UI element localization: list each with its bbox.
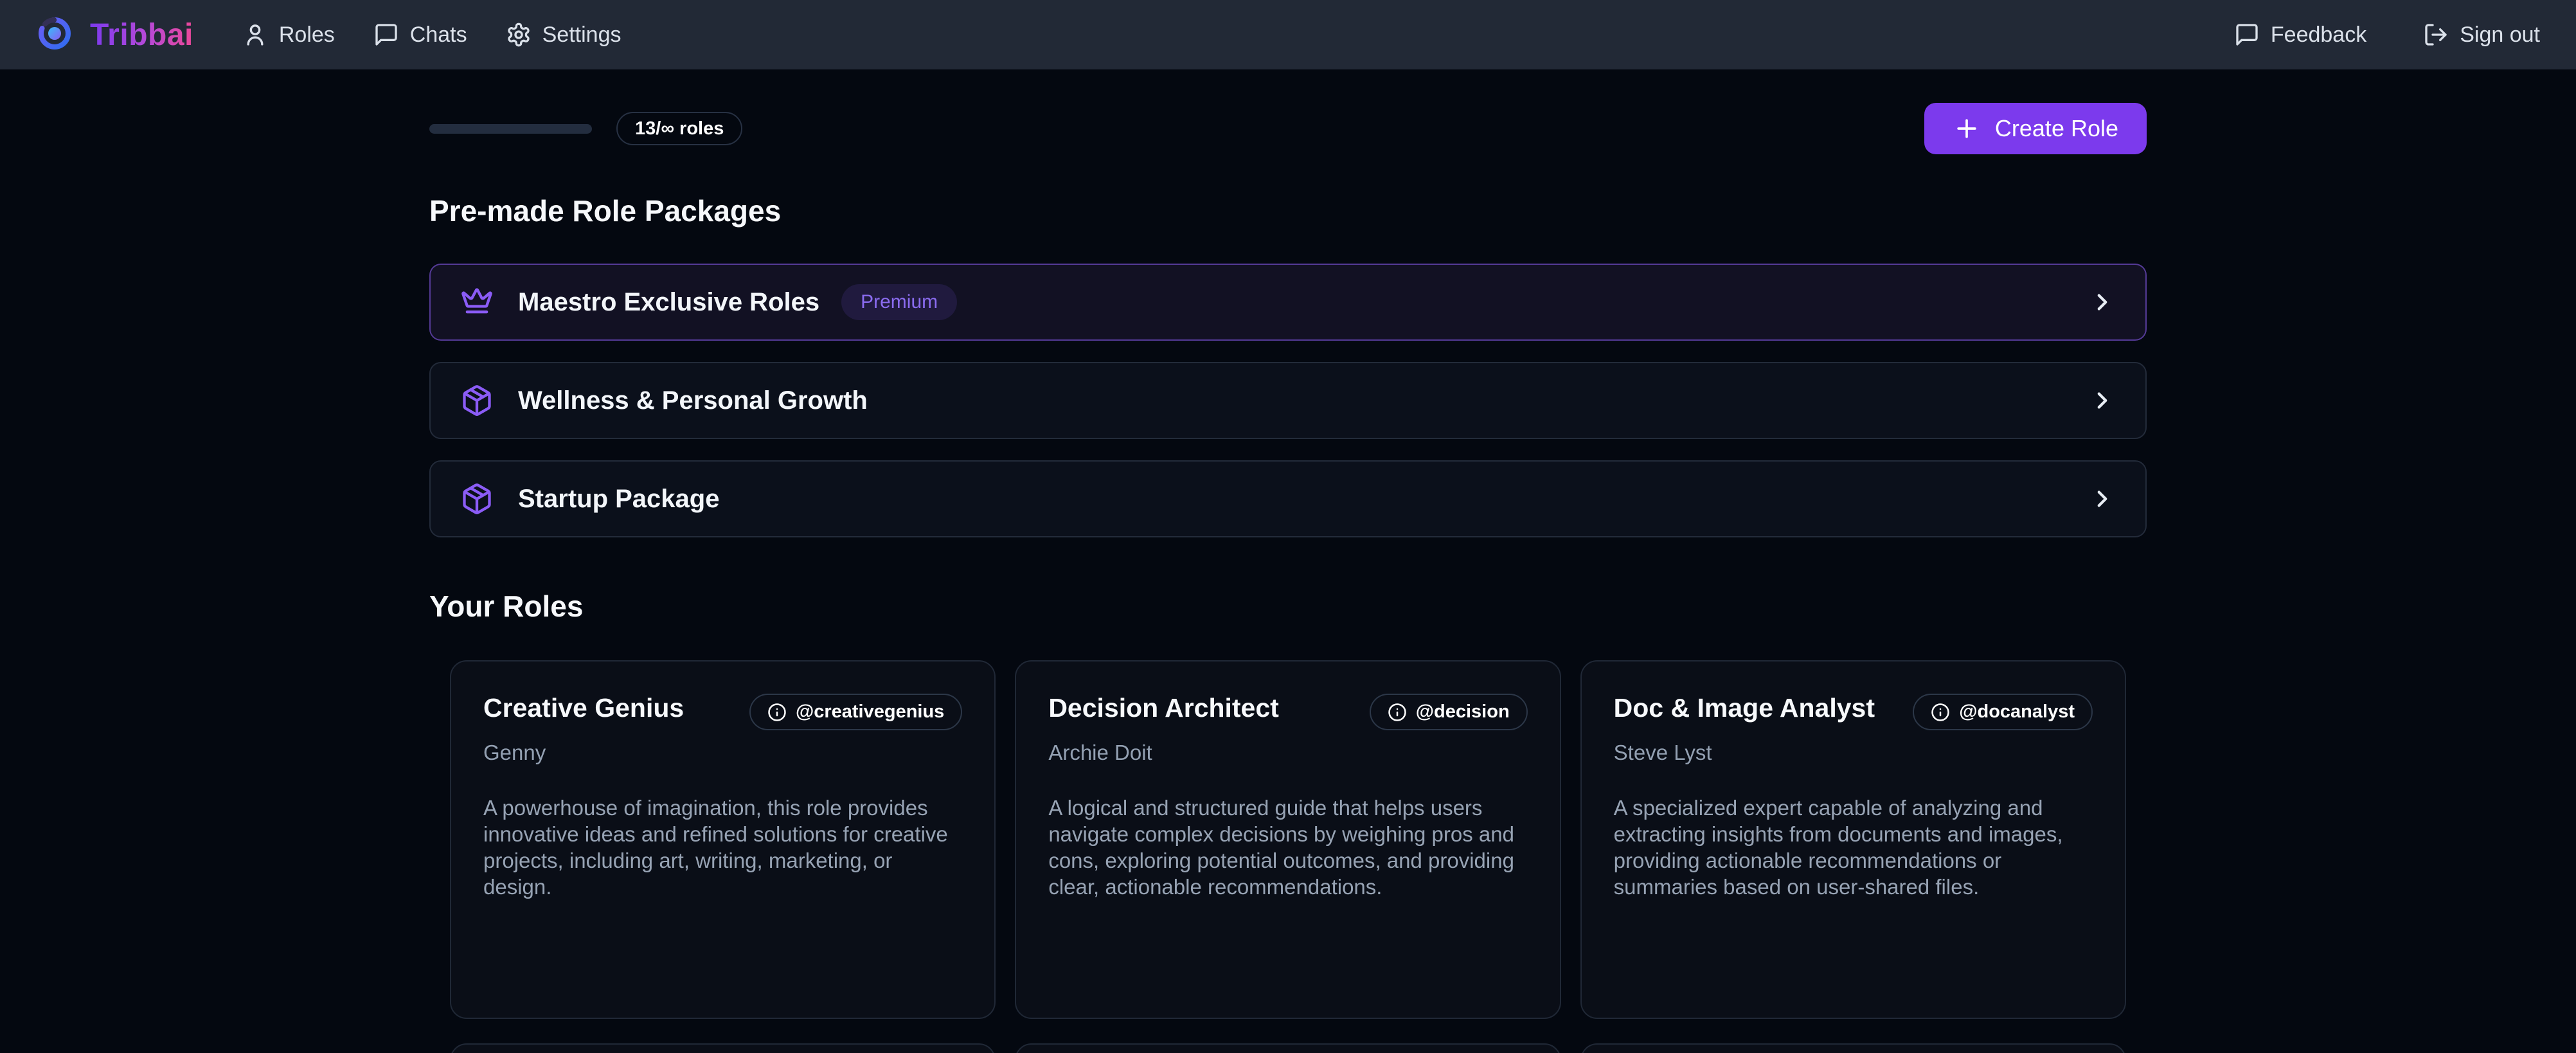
role-handle: @creativegenius	[796, 701, 944, 723]
feedback-button[interactable]: Feedback	[2234, 22, 2366, 48]
user-icon	[242, 22, 268, 48]
role-card[interactable]	[450, 1043, 996, 1053]
nav-label: Sign out	[2460, 22, 2540, 48]
package-row-maestro[interactable]: Maestro Exclusive Roles Premium	[429, 264, 2147, 341]
package-label: Maestro Exclusive Roles	[518, 288, 819, 317]
premium-badge: Premium	[841, 284, 957, 320]
your-roles-heading: Your Roles	[429, 591, 2147, 621]
roles-toolbar: 13/∞ roles Create Role	[429, 103, 2147, 154]
packages-heading: Pre-made Role Packages	[429, 196, 2147, 226]
logout-icon	[2423, 22, 2449, 48]
chevron-right-icon	[2089, 289, 2116, 316]
role-cards-next-row	[429, 1043, 2147, 1053]
role-card-subtitle: Archie Doit	[1048, 741, 1527, 765]
role-card[interactable]	[1580, 1043, 2126, 1053]
role-card-title: Decision Architect	[1048, 692, 1278, 723]
roles-page: Tribbai Roles Chats Settings	[0, 0, 2576, 1053]
main-content: 13/∞ roles Create Role Pre-made Role Pac…	[429, 103, 2147, 1053]
role-card-subtitle: Steve Lyst	[1614, 741, 2093, 765]
info-icon	[1931, 703, 1950, 722]
package-row-wellness[interactable]: Wellness & Personal Growth	[429, 362, 2147, 439]
message-square-icon	[373, 22, 399, 48]
gear-icon	[506, 22, 532, 48]
chevron-right-icon	[2089, 387, 2116, 414]
role-card-title: Creative Genius	[483, 692, 684, 723]
role-card-description: A logical and structured guide that help…	[1048, 795, 1527, 900]
create-role-button[interactable]: Create Role	[1924, 103, 2147, 154]
role-handle-badge[interactable]: @decision	[1370, 694, 1528, 730]
nav-label: Settings	[542, 22, 622, 48]
role-card-description: A powerhouse of imagination, this role p…	[483, 795, 962, 900]
nav-label: Feedback	[2271, 22, 2366, 48]
role-card[interactable]	[1015, 1043, 1561, 1053]
role-handle-badge[interactable]: @docanalyst	[1913, 694, 2093, 730]
nav-label: Chats	[410, 22, 467, 48]
header-right: Feedback Sign out	[2234, 22, 2540, 48]
info-icon	[767, 703, 787, 722]
role-card-doc-image-analyst[interactable]: Doc & Image Analyst @docanalyst Steve Ly…	[1580, 660, 2126, 1019]
package-label: Wellness & Personal Growth	[518, 386, 868, 415]
package-row-startup[interactable]: Startup Package	[429, 460, 2147, 537]
package-list: Maestro Exclusive Roles Premium Wellness…	[429, 264, 2147, 537]
tribbai-logo-icon	[36, 15, 73, 55]
roles-progress-bar	[429, 124, 592, 134]
role-handle-badge[interactable]: @creativegenius	[749, 694, 962, 730]
top-nav-bar: Tribbai Roles Chats Settings	[0, 0, 2576, 69]
package-label: Startup Package	[518, 485, 719, 514]
nav-item-settings[interactable]: Settings	[506, 22, 622, 48]
role-card-title: Doc & Image Analyst	[1614, 692, 1875, 723]
brand-logo[interactable]: Tribbai	[36, 15, 193, 55]
role-card-description: A specialized expert capable of analyzin…	[1614, 795, 2093, 900]
feedback-icon	[2234, 22, 2260, 48]
package-icon	[460, 384, 494, 417]
role-card-creative-genius[interactable]: Creative Genius @creativegenius Genny A …	[450, 660, 996, 1019]
role-handle: @docanalyst	[1959, 701, 2075, 723]
role-cards-row: Creative Genius @creativegenius Genny A …	[429, 660, 2147, 1019]
role-card-subtitle: Genny	[483, 741, 962, 765]
plus-icon	[1953, 114, 1981, 143]
info-icon	[1388, 703, 1407, 722]
sign-out-button[interactable]: Sign out	[2423, 22, 2540, 48]
chevron-right-icon	[2089, 485, 2116, 512]
crown-icon	[460, 285, 494, 319]
package-icon	[460, 482, 494, 516]
role-handle: @decision	[1416, 701, 1510, 723]
main-nav: Roles Chats Settings	[242, 22, 622, 48]
nav-item-roles[interactable]: Roles	[242, 22, 335, 48]
brand-name: Tribbai	[90, 17, 193, 53]
create-role-label: Create Role	[1995, 115, 2118, 142]
role-card-decision-architect[interactable]: Decision Architect @decision Archie Doit…	[1015, 660, 1561, 1019]
nav-item-chats[interactable]: Chats	[373, 22, 467, 48]
roles-count-badge: 13/∞ roles	[616, 112, 742, 145]
nav-label: Roles	[279, 22, 335, 48]
